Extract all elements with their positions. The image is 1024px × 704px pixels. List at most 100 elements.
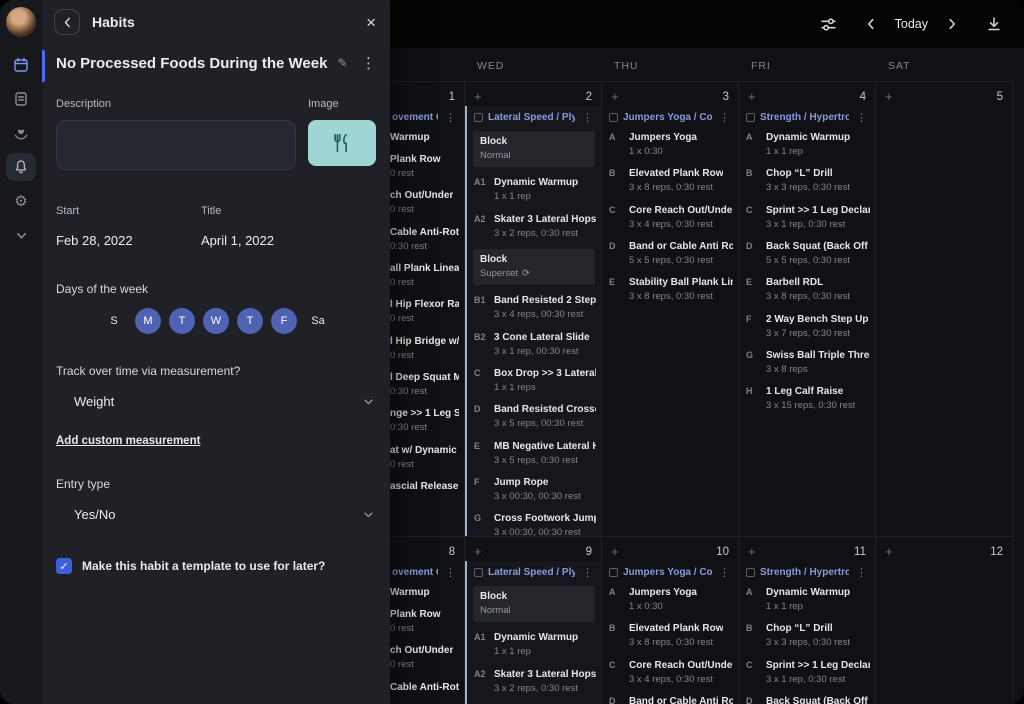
workout-menu-icon[interactable]: ⋮	[580, 111, 595, 124]
add-entry-button[interactable]: +	[474, 90, 482, 103]
day-toggle-4-t[interactable]: T	[237, 308, 263, 334]
exercise-row[interactable]: B23 Cone Lateral Slide3 x 1 rep, 00:30 r…	[474, 331, 596, 358]
today-button[interactable]: Today	[895, 17, 928, 31]
workout-checkbox[interactable]	[474, 113, 483, 122]
exercise-row[interactable]: CSprint >> 1 Leg Declarations3 x 1 rep, …	[746, 204, 870, 231]
add-entry-button[interactable]: +	[748, 545, 756, 558]
workout-checkbox[interactable]	[609, 113, 618, 122]
exercise-row[interactable]: nge >> 1 Leg St…0:30 rest	[390, 407, 459, 434]
day-toggle-3-w[interactable]: W	[203, 308, 229, 334]
sidebar-item-bell[interactable]	[6, 153, 36, 181]
sidebar-item-heart-hands[interactable]	[6, 119, 36, 147]
workout-card[interactable]: Lateral Speed / Plyo⋮BlockNormalA1Dynami…	[465, 106, 601, 536]
description-textarea[interactable]	[56, 120, 296, 170]
exercise-row[interactable]: EBarbell RDL3 x 8 reps, 0:30 rest	[746, 276, 870, 303]
workout-menu-icon[interactable]: ⋮	[443, 566, 458, 579]
exercise-row[interactable]: CBox Drop >> 3 Lateral H…1 x 1 reps	[474, 367, 596, 394]
exercise-row[interactable]: l Hip Bridge w/ …0 rest	[390, 335, 459, 362]
workout-menu-icon[interactable]: ⋮	[717, 566, 732, 579]
template-checkbox-row[interactable]: ✓ Make this habit a template to use for …	[42, 558, 390, 574]
add-entry-button[interactable]: +	[748, 90, 756, 103]
workout-card[interactable]: Strength / Hypertro…⋮ADynamic Warmup1 x …	[739, 106, 875, 413]
add-entry-button[interactable]: +	[885, 90, 893, 103]
exercise-row[interactable]: DBand or Cable Anti Rotati…	[609, 695, 733, 704]
exercise-row[interactable]: BChop “L” Drill3 x 3 reps, 0:30 rest	[746, 622, 870, 649]
workout-checkbox[interactable]	[746, 568, 755, 577]
workout-card[interactable]: Lateral Speed / Plyo⋮BlockNormalA1Dynami…	[465, 561, 601, 704]
exercise-row[interactable]: DBack Squat (Back Off Set)	[746, 695, 870, 704]
exercise-row[interactable]: BElevated Plank Row3 x 8 reps, 0:30 rest	[609, 622, 733, 649]
workout-menu-icon[interactable]: ⋮	[580, 566, 595, 579]
add-entry-button[interactable]: +	[611, 545, 619, 558]
avatar[interactable]	[6, 7, 36, 37]
exercise-row[interactable]: A2Skater 3 Lateral Hops >> …3 x 2 reps, …	[474, 668, 596, 695]
day-toggle-6-sa[interactable]: Sa	[305, 308, 331, 334]
edit-pencil-icon[interactable]: ✎	[337, 56, 347, 70]
workout-card[interactable]: Jumpers Yoga / Core⋮AJumpers Yoga1 x 0:3…	[602, 561, 738, 704]
workout-card[interactable]: Strength / Hypertro…⋮ADynamic Warmup1 x …	[739, 561, 875, 704]
exercise-row[interactable]: FJump Rope3 x 00:30, 00:30 rest	[474, 476, 596, 503]
workout-menu-icon[interactable]: ⋮	[854, 111, 869, 124]
exercise-row[interactable]: H1 Leg Calf Raise3 x 15 reps, 0:30 rest	[746, 385, 870, 412]
exercise-row[interactable]: CSprint >> 1 Leg Declarations3 x 1 rep, …	[746, 659, 870, 686]
day-toggle-1-m[interactable]: M	[135, 308, 161, 334]
day-toggle-5-f[interactable]: F	[271, 308, 297, 334]
workout-menu-icon[interactable]: ⋮	[717, 111, 732, 124]
exercise-row[interactable]: l Hip Flexor Rais…0 rest	[390, 298, 459, 325]
exercise-row[interactable]: at w/ Dynamic P…0 rest	[390, 444, 459, 471]
exercise-row[interactable]: ADynamic Warmup1 x 1 rep	[746, 131, 870, 158]
exercise-row[interactable]: ascial Release C…	[390, 480, 459, 493]
prev-week-button[interactable]	[857, 10, 885, 38]
workout-menu-icon[interactable]: ⋮	[443, 111, 458, 124]
sidebar-item-document[interactable]	[6, 85, 36, 113]
habit-image-button[interactable]	[308, 120, 376, 166]
download-icon[interactable]	[980, 10, 1008, 38]
exercise-row[interactable]: CCore Reach Out/Under3 x 4 reps, 0:30 re…	[609, 204, 733, 231]
add-entry-button[interactable]: +	[474, 545, 482, 558]
exercise-row[interactable]: GSwiss Ball Triple Threat3 x 8 reps	[746, 349, 870, 376]
sidebar-item-gear[interactable]: ⚙	[6, 187, 36, 215]
title-date-value[interactable]: April 1, 2022	[201, 233, 346, 248]
exercise-row[interactable]: ch Out/Under0 rest	[390, 644, 459, 671]
next-week-button[interactable]	[938, 10, 966, 38]
exercise-row[interactable]: AJumpers Yoga1 x 0:30	[609, 586, 733, 613]
exercise-row[interactable]: CCore Reach Out/Under3 x 4 reps, 0:30 re…	[609, 659, 733, 686]
exercise-row[interactable]: F2 Way Bench Step Up3 x 7 reps, 0:30 res…	[746, 313, 870, 340]
exercise-row[interactable]: ADynamic Warmup1 x 1 rep	[746, 586, 870, 613]
workout-checkbox[interactable]	[474, 568, 483, 577]
workout-checkbox[interactable]	[746, 113, 755, 122]
entry-type-select[interactable]: Yes/No	[56, 505, 376, 524]
exercise-row[interactable]: EMB Negative Lateral Hop…3 x 5 reps, 0:3…	[474, 440, 596, 467]
exercise-row[interactable]: DBand Resisted Crossover…3 x 5 reps, 00:…	[474, 403, 596, 430]
exercise-row[interactable]: l Deep Squat Mo…0:30 rest	[390, 371, 459, 398]
exercise-row[interactable]: DBand or Cable Anti Rotati…5 x 5 reps, 0…	[609, 240, 733, 267]
add-entry-button[interactable]: +	[885, 545, 893, 558]
filter-sliders-icon[interactable]	[815, 10, 843, 38]
exercise-row[interactable]: Plank Row0 rest	[390, 153, 459, 180]
close-icon[interactable]: ×	[366, 14, 376, 31]
exercise-row[interactable]: Warmup	[390, 131, 459, 144]
workout-menu-icon[interactable]: ⋮	[854, 566, 869, 579]
habit-menu-icon[interactable]: ⋮	[361, 54, 376, 72]
add-entry-button[interactable]: +	[611, 90, 619, 103]
exercise-row[interactable]: BChop “L” Drill3 x 3 reps, 0:30 rest	[746, 167, 870, 194]
exercise-row[interactable]: A1Dynamic Warmup1 x 1 rep	[474, 176, 596, 203]
day-toggle-0-s[interactable]: S	[101, 308, 127, 334]
sidebar-item-calendar[interactable]	[6, 51, 36, 79]
exercise-row[interactable]: A2Skater 3 Lateral Hops >> …3 x 2 reps, …	[474, 213, 596, 240]
start-date-value[interactable]: Feb 28, 2022	[56, 233, 201, 248]
exercise-row[interactable]: A1Dynamic Warmup1 x 1 rep	[474, 631, 596, 658]
template-checkbox[interactable]: ✓	[56, 558, 72, 574]
exercise-row[interactable]: Cable Anti-Rotati…	[390, 681, 459, 694]
add-custom-measurement-link[interactable]: Add custom measurement	[56, 435, 200, 447]
measurement-select[interactable]: Weight	[56, 392, 376, 411]
exercise-row[interactable]: B1Band Resisted 2 Step Late…3 x 4 reps, …	[474, 294, 596, 321]
exercise-row[interactable]: Plank Row0 rest	[390, 608, 459, 635]
workout-card[interactable]: Jumpers Yoga / Core⋮AJumpers Yoga1 x 0:3…	[602, 106, 738, 304]
exercise-row[interactable]: Warmup	[390, 586, 459, 599]
exercise-row[interactable]: DBack Squat (Back Off Set)5 x 5 reps, 0:…	[746, 240, 870, 267]
workout-checkbox[interactable]	[609, 568, 618, 577]
sidebar-item-chevron-down[interactable]	[6, 221, 36, 249]
back-button[interactable]	[54, 9, 80, 35]
exercise-row[interactable]: BElevated Plank Row3 x 8 reps, 0:30 rest	[609, 167, 733, 194]
